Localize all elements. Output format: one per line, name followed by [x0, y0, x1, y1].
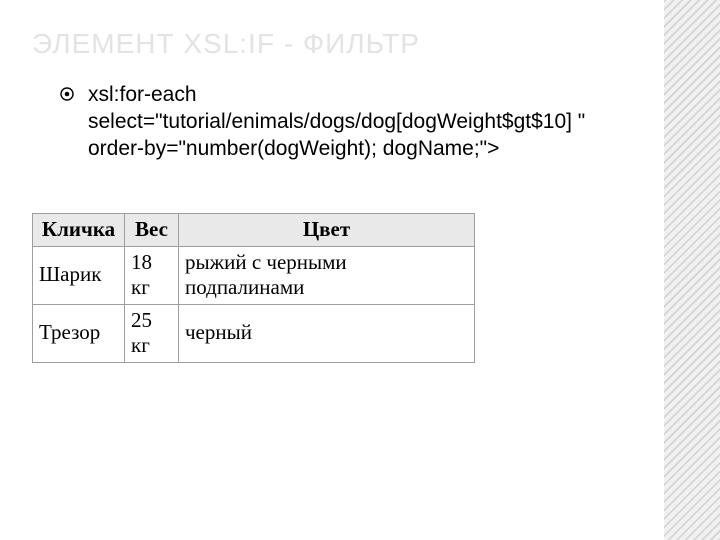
cell-name: Трезор	[33, 304, 125, 362]
dog-table: Кличка Вес Цвет Шарик 18 кг рыжий с черн…	[32, 213, 475, 363]
bullet-item: xsl:for-each select="tutorial/enimals/do…	[60, 82, 630, 163]
bullet-text: xsl:for-each select="tutorial/enimals/do…	[88, 82, 608, 163]
bullet-marker-icon	[60, 87, 74, 101]
cell-weight: 25 кг	[125, 304, 179, 362]
cell-color: черный	[179, 304, 475, 362]
cell-weight: 18 кг	[125, 246, 179, 304]
data-table-wrap: Кличка Вес Цвет Шарик 18 кг рыжий с черн…	[32, 213, 720, 363]
bullet-block: xsl:for-each select="tutorial/enimals/do…	[32, 82, 720, 163]
table-row: Шарик 18 кг рыжий с черными подпалинами	[33, 246, 475, 304]
cell-color: рыжий с черными подпалинами	[179, 246, 475, 304]
cell-name: Шарик	[33, 246, 125, 304]
slide: ЭЛЕМЕНТ XSL:IF - ФИЛЬТР xsl:for-each sel…	[0, 0, 720, 540]
col-header-weight: Вес	[125, 213, 179, 246]
col-header-color: Цвет	[179, 213, 475, 246]
table-row: Трезор 25 кг черный	[33, 304, 475, 362]
decorative-stripe	[664, 0, 720, 540]
col-header-name: Кличка	[33, 213, 125, 246]
table-header-row: Кличка Вес Цвет	[33, 213, 475, 246]
slide-title: ЭЛЕМЕНТ XSL:IF - ФИЛЬТР	[32, 28, 720, 60]
